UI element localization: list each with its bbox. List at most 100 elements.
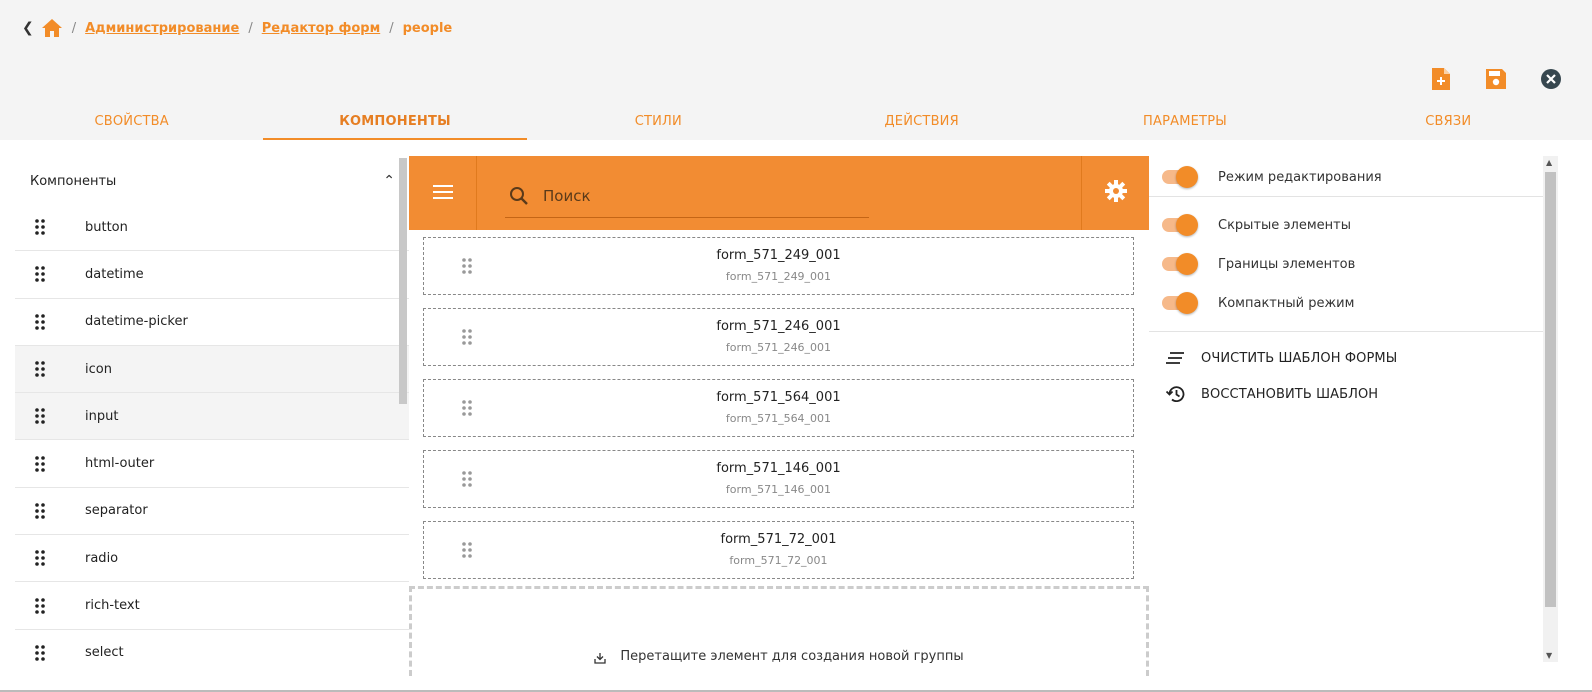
gear-icon bbox=[1104, 180, 1127, 206]
form-item[interactable]: form_571_564_001 form_571_564_001 bbox=[423, 379, 1134, 437]
component-label: separator bbox=[85, 503, 148, 519]
drag-handle-icon[interactable] bbox=[462, 542, 472, 558]
component-label: button bbox=[85, 219, 128, 235]
edit-mode-toggle[interactable] bbox=[1162, 166, 1198, 188]
menu-icon bbox=[432, 184, 453, 203]
chevron-up-icon[interactable]: ⌃ bbox=[383, 173, 395, 189]
scroll-up-arrow-icon[interactable]: ▲ bbox=[1546, 158, 1552, 167]
canvas-toolbar bbox=[409, 156, 1149, 230]
clear-all-icon bbox=[1166, 352, 1190, 364]
scroll-down-arrow-icon[interactable]: ▼ bbox=[1546, 651, 1552, 660]
component-label: input bbox=[85, 408, 119, 424]
tab-parameters[interactable]: ПАРАМЕТРЫ bbox=[1053, 108, 1316, 140]
save-icon[interactable] bbox=[1485, 68, 1507, 90]
component-item[interactable]: select bbox=[15, 630, 409, 662]
form-item[interactable]: form_571_146_001 form_571_146_001 bbox=[423, 450, 1134, 508]
new-file-icon[interactable] bbox=[1430, 68, 1452, 90]
components-panel: Компоненты ⌃ button datetime datetime-pick… bbox=[15, 158, 409, 662]
breadcrumb-separator: / bbox=[248, 20, 253, 36]
breadcrumb-current: people bbox=[402, 20, 453, 36]
search-box bbox=[505, 174, 869, 218]
drag-handle-icon[interactable] bbox=[15, 597, 85, 614]
tabs: СВОЙСТВА КОМПОНЕНТЫ СТИЛИ ДЕЙСТВИЯ ПАРАМ… bbox=[0, 108, 1580, 140]
toggle-row-edit-mode: Режим редактирования bbox=[1149, 158, 1543, 196]
drag-handle-icon[interactable] bbox=[462, 258, 472, 274]
component-label: rich-text bbox=[85, 598, 140, 614]
form-item-subtitle: form_571_246_001 bbox=[725, 340, 832, 354]
drag-handle-icon[interactable] bbox=[462, 329, 472, 345]
breadcrumb-link-administration[interactable]: Администрирование bbox=[85, 21, 239, 36]
drag-handle-icon[interactable] bbox=[15, 219, 85, 235]
component-item[interactable]: input bbox=[15, 393, 409, 441]
toggle-label: Компактный режим bbox=[1218, 295, 1355, 311]
form-item-title: form_571_72_001 bbox=[720, 531, 837, 547]
drag-handle-icon[interactable] bbox=[15, 503, 85, 519]
close-circle-icon[interactable] bbox=[1540, 68, 1562, 90]
toggle-label: Режим редактирования bbox=[1218, 169, 1382, 185]
form-item-text: form_571_246_001 form_571_246_001 bbox=[424, 318, 1133, 357]
compact-mode-toggle[interactable] bbox=[1162, 292, 1198, 314]
restore-template-label: ВОССТАНОВИТЬ ШАБЛОН bbox=[1201, 386, 1379, 402]
breadcrumb: ❮ / Администрирование / Редактор форм / … bbox=[22, 18, 452, 38]
restore-template-button[interactable]: ВОССТАНОВИТЬ ШАБЛОН bbox=[1149, 376, 1543, 412]
component-item[interactable]: icon bbox=[15, 345, 409, 394]
drag-handle-icon[interactable] bbox=[462, 471, 472, 487]
tab-links[interactable]: СВЯЗИ bbox=[1317, 108, 1580, 140]
drag-handle-icon[interactable] bbox=[15, 313, 85, 330]
chevron-left-icon[interactable]: ❮ bbox=[22, 20, 34, 36]
drag-handle-icon[interactable] bbox=[15, 408, 85, 425]
drag-handle-icon[interactable] bbox=[15, 266, 85, 283]
settings-scrollbar[interactable]: ▲ ▼ bbox=[1543, 156, 1558, 662]
form-item[interactable]: form_571_249_001 form_571_249_001 bbox=[423, 237, 1134, 295]
form-item-text: form_571_72_001 form_571_72_001 bbox=[424, 531, 1133, 570]
download-tray-icon bbox=[594, 652, 607, 664]
search-input[interactable] bbox=[543, 186, 843, 205]
components-scrollbar[interactable] bbox=[399, 158, 407, 404]
new-group-dropzone[interactable]: Перетащите элемент для создания новой гр… bbox=[409, 586, 1149, 676]
form-item[interactable]: form_571_246_001 form_571_246_001 bbox=[423, 308, 1134, 366]
component-item[interactable]: datetime-picker bbox=[15, 299, 409, 346]
form-item-text: form_571_564_001 form_571_564_001 bbox=[424, 389, 1133, 428]
components-title: Компоненты bbox=[30, 173, 117, 189]
component-label: html-outer bbox=[85, 456, 155, 472]
clear-template-button[interactable]: ОЧИСТИТЬ ШАБЛОН ФОРМЫ bbox=[1149, 340, 1543, 376]
form-item-title: form_571_249_001 bbox=[716, 247, 841, 263]
component-item[interactable]: radio bbox=[15, 535, 409, 583]
form-item-title: form_571_564_001 bbox=[716, 389, 841, 405]
drag-handle-icon[interactable] bbox=[15, 645, 85, 661]
breadcrumb-separator: / bbox=[389, 20, 394, 36]
drag-handle-icon[interactable] bbox=[462, 400, 472, 416]
components-header[interactable]: Компоненты ⌃ bbox=[15, 158, 409, 204]
form-item-subtitle: form_571_146_001 bbox=[725, 482, 832, 496]
component-item[interactable]: separator bbox=[15, 488, 409, 536]
drag-handle-icon[interactable] bbox=[15, 455, 85, 472]
form-item-text: form_571_249_001 form_571_249_001 bbox=[424, 247, 1133, 286]
scrollbar-thumb[interactable] bbox=[1545, 172, 1556, 607]
element-borders-toggle[interactable] bbox=[1162, 253, 1198, 275]
breadcrumb-link-form-editor[interactable]: Редактор форм bbox=[262, 21, 381, 36]
drag-handle-icon[interactable] bbox=[15, 361, 85, 377]
component-item[interactable]: html-outer bbox=[15, 440, 409, 488]
settings-panel: Режим редактирования Скрытые элементы Гр… bbox=[1149, 156, 1543, 662]
component-item[interactable]: button bbox=[15, 204, 409, 252]
settings-button[interactable] bbox=[1081, 156, 1149, 230]
tab-actions[interactable]: ДЕЙСТВИЯ bbox=[790, 108, 1053, 140]
tab-properties[interactable]: СВОЙСТВА bbox=[0, 108, 263, 140]
drag-handle-icon[interactable] bbox=[15, 550, 85, 567]
home-icon[interactable] bbox=[41, 19, 62, 37]
tab-styles[interactable]: СТИЛИ bbox=[527, 108, 790, 140]
breadcrumb-separator: / bbox=[71, 20, 77, 36]
component-item[interactable]: datetime bbox=[15, 251, 409, 299]
toggle-row-compact-mode: Компактный режим bbox=[1149, 284, 1543, 322]
form-item-title: form_571_246_001 bbox=[716, 318, 841, 334]
form-item[interactable]: form_571_72_001 form_571_72_001 bbox=[423, 521, 1134, 579]
form-item-subtitle: form_571_72_001 bbox=[729, 553, 828, 567]
menu-button[interactable] bbox=[409, 156, 477, 230]
component-item[interactable]: rich-text bbox=[15, 582, 409, 630]
hidden-elements-toggle[interactable] bbox=[1162, 214, 1198, 236]
component-label: icon bbox=[85, 361, 112, 377]
components-list: button datetime datetime-picker icon input ht… bbox=[15, 204, 409, 662]
component-label: select bbox=[85, 645, 124, 661]
tab-components[interactable]: КОМПОНЕНТЫ bbox=[263, 108, 527, 140]
toggle-row-element-borders: Границы элементов bbox=[1149, 244, 1543, 284]
